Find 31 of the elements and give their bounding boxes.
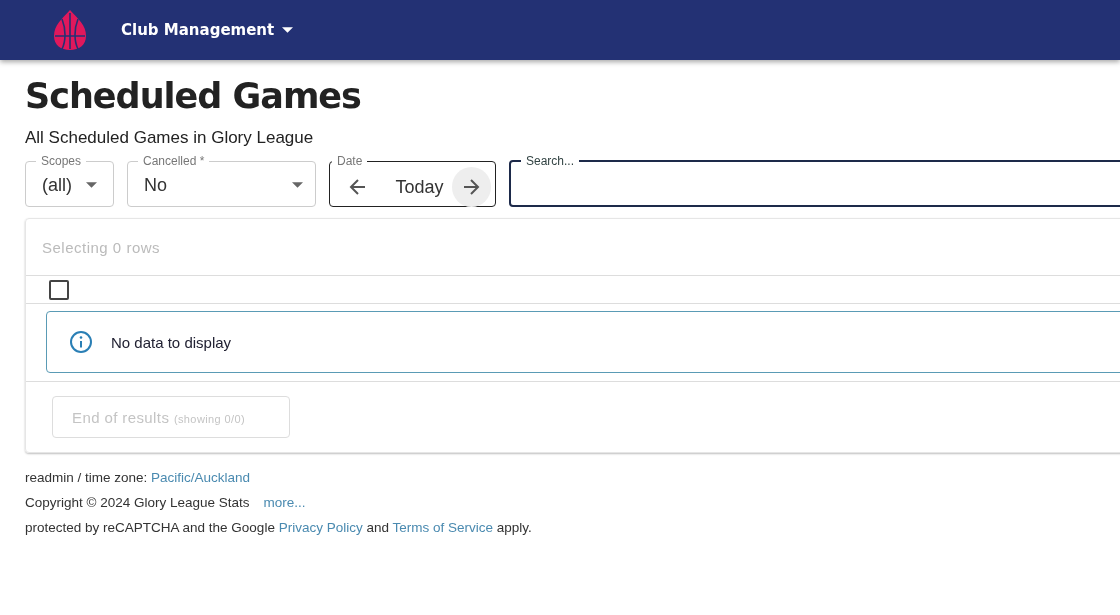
arrow-right-icon bbox=[461, 177, 482, 197]
more-link[interactable]: more... bbox=[263, 495, 306, 510]
cancelled-dropdown[interactable]: Cancelled * No bbox=[127, 154, 316, 207]
scopes-dropdown[interactable]: Scopes (all) bbox=[25, 154, 114, 207]
selection-count: Selecting 0 rows bbox=[42, 238, 161, 256]
field-label: Cancelled * bbox=[142, 154, 206, 168]
recaptcha-notice: protected by reCAPTCHA and the Google Privacy Policy and Terms of Service apply. bbox=[25, 519, 533, 537]
caret-icon bbox=[282, 27, 294, 33]
field-label: Date bbox=[336, 154, 364, 168]
privacy-policy-link[interactable]: Privacy Policy bbox=[278, 520, 363, 535]
select-all-checkbox[interactable] bbox=[49, 279, 69, 300]
terms-of-service-link[interactable]: Terms of Service bbox=[392, 520, 493, 535]
flame-logo-icon[interactable] bbox=[52, 9, 88, 51]
caret-icon bbox=[292, 182, 303, 188]
user-timezone-text: readmin / time zone: Pacific/Auckland bbox=[25, 469, 252, 487]
caret-icon bbox=[86, 182, 97, 188]
field-value: No bbox=[144, 174, 168, 196]
arrow-left-icon bbox=[347, 177, 368, 197]
field-value: Today bbox=[395, 176, 444, 198]
club-management-menu[interactable]: Club Management bbox=[121, 21, 294, 39]
empty-message: No data to display bbox=[111, 333, 232, 351]
search-field[interactable]: Search... bbox=[509, 154, 1120, 207]
next-day-button[interactable] bbox=[451, 167, 491, 207]
page-subtitle: All Scheduled Games in Glory League bbox=[25, 128, 315, 148]
field-label: Scopes bbox=[40, 154, 83, 168]
page-title: Scheduled Games bbox=[25, 76, 362, 116]
field-label: Search... bbox=[525, 154, 576, 168]
info-icon bbox=[69, 330, 93, 354]
field-value: (all) bbox=[42, 174, 72, 196]
copyright-text: Copyright © 2024 Glory League Stats bbox=[25, 495, 250, 510]
timezone-link[interactable]: Pacific/Auckland bbox=[151, 470, 251, 485]
